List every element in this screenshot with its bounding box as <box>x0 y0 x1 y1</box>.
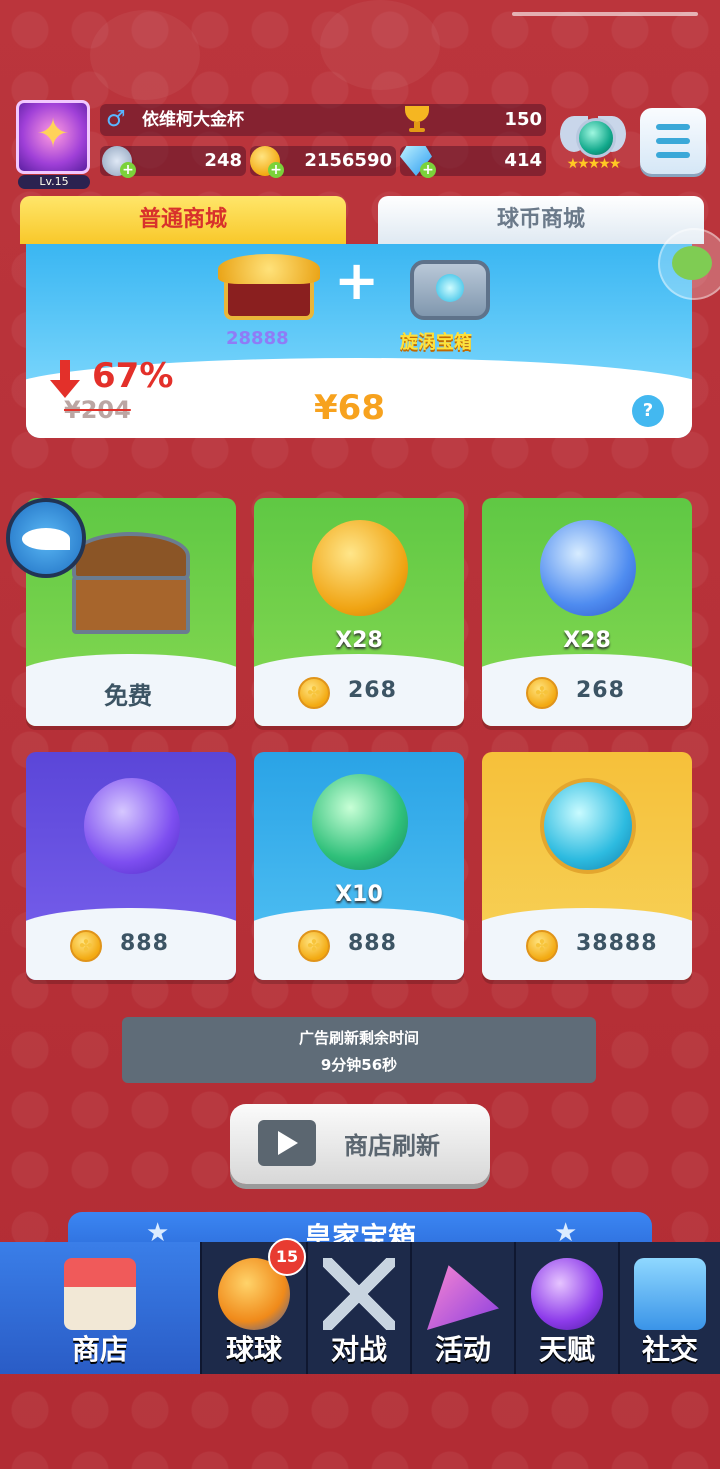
home-indicator <box>512 12 698 16</box>
lantern-decoration <box>90 10 200 100</box>
item-quantity: X10 <box>335 882 383 907</box>
menu-button[interactable] <box>640 108 706 174</box>
gold-coins-chest-icon <box>214 250 324 322</box>
add-energy-button[interactable]: + <box>120 162 136 178</box>
coin-icon <box>526 677 558 709</box>
shark-ball-icon[interactable] <box>6 498 86 578</box>
down-arrow-icon <box>50 360 80 400</box>
item-price: 888 <box>120 931 169 956</box>
coin-icon <box>298 930 330 962</box>
discount-percent: 67% <box>92 356 174 396</box>
item-quantity: X28 <box>563 628 611 653</box>
refresh-button-label: 商店刷新 <box>344 1132 440 1160</box>
trophy-icon <box>402 106 432 134</box>
energy-value: 248 <box>204 150 242 171</box>
nav-social[interactable]: 社交 <box>618 1242 720 1374</box>
nav-events[interactable]: 活动 <box>410 1242 514 1374</box>
player-level: Lv.15 <box>18 175 90 189</box>
swap-orb-icon <box>84 778 180 874</box>
lantern-decoration <box>320 0 440 90</box>
nav-label: 天赋 <box>538 1333 595 1366</box>
planet-icon <box>531 1258 603 1330</box>
nav-label: 商店 <box>71 1333 128 1366</box>
timer-title: 广告刷新剩余时间 <box>298 1029 419 1047</box>
rank-emblem-icon[interactable]: ★★★★★ <box>558 106 628 176</box>
wechat-icon[interactable] <box>658 228 720 300</box>
banner-chest-name: 旋涡宝箱 <box>400 332 472 353</box>
plus-icon: + <box>334 249 380 312</box>
nav-label: 球球 <box>225 1333 282 1366</box>
male-gender-icon: ♂ <box>106 107 126 132</box>
nav-label: 活动 <box>434 1333 491 1366</box>
item-price: 268 <box>576 678 625 703</box>
tab-ball-coin-shop[interactable]: 球币商城 <box>378 196 704 244</box>
phoenix-icon: ✦ <box>36 111 70 157</box>
original-price: ¥204 <box>64 396 131 424</box>
add-diamonds-button[interactable]: + <box>420 162 436 178</box>
banner-coins-amount: 28888 <box>226 328 289 349</box>
shop-refresh-button[interactable]: 商店刷新 <box>230 1104 490 1184</box>
diamond-value: 414 <box>504 150 542 171</box>
nav-shop[interactable]: 商店 <box>0 1242 200 1374</box>
player-avatar[interactable]: ✦ <box>16 100 90 174</box>
phone-heart-icon <box>634 1258 706 1330</box>
nav-label: 对战 <box>330 1333 387 1366</box>
player-name: 依维柯大金杯 <box>142 110 244 130</box>
video-play-icon <box>258 1120 316 1166</box>
nav-label: 社交 <box>641 1333 698 1366</box>
coin-icon <box>298 677 330 709</box>
coin-icon <box>526 930 558 962</box>
ad-refresh-timer: 广告刷新剩余时间 9分钟56秒 <box>122 1017 596 1083</box>
crystal-orb-icon <box>540 778 636 874</box>
item-price: 268 <box>348 678 397 703</box>
tab-normal-shop[interactable]: 普通商城 <box>20 196 346 244</box>
coin-value: 2156590 <box>304 150 392 171</box>
crossed-swords-icon <box>323 1258 395 1330</box>
vortex-chest-icon <box>404 250 496 322</box>
lightning-orb-icon <box>312 520 408 616</box>
help-button[interactable]: ? <box>632 395 664 427</box>
sp-orb-icon <box>312 774 408 870</box>
trophy-count: 150 <box>504 109 542 130</box>
free-label: 免费 <box>104 682 152 710</box>
nav-battle[interactable]: 对战 <box>306 1242 410 1374</box>
party-popper-icon <box>427 1265 499 1330</box>
snowflake-orb-icon <box>540 520 636 616</box>
treasure-chest-icon <box>72 532 190 636</box>
coin-icon <box>70 930 102 962</box>
item-quantity: X28 <box>335 628 383 653</box>
item-price: 888 <box>348 931 397 956</box>
item-price: 38888 <box>576 931 658 956</box>
timer-value: 9分钟56秒 <box>320 1056 398 1074</box>
notification-badge: 15 <box>268 1238 306 1276</box>
sale-price[interactable]: ¥68 <box>314 388 385 428</box>
nav-talent[interactable]: 天赋 <box>514 1242 618 1374</box>
shop-icon <box>64 1258 136 1330</box>
